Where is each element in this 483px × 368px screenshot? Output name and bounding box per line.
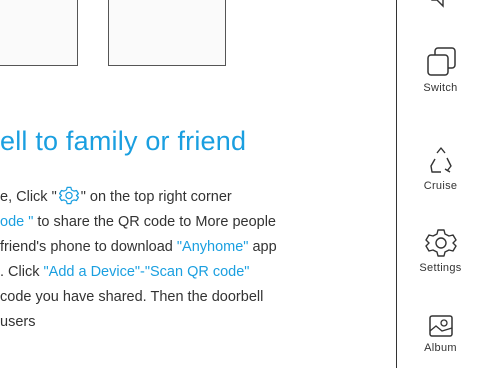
sidebar-item-label: Album (424, 342, 457, 354)
instruction-line: e, Click " " on the top right corner (0, 185, 392, 210)
instruction-text: code you have shared. Then the doorbell (0, 289, 264, 305)
album-icon (397, 314, 483, 338)
highlight-text: "Anyhome" (176, 239, 249, 255)
highlight-text: "Add a Device"-"Scan QR code" (43, 264, 250, 280)
sidebar-panel: Switch Cruise Settings Album (396, 0, 483, 368)
sidebar-item-label: Switch (423, 82, 458, 94)
sidebar-item-album[interactable]: Album (397, 314, 483, 354)
sidebar-item-settings[interactable]: Settings (397, 228, 483, 274)
instruction-line: friend's phone to download "Anyhome" app (0, 235, 392, 260)
switch-icon (397, 46, 483, 78)
instruction-text: app (248, 239, 277, 255)
section-heading: ell to family or friend (0, 126, 247, 156)
sidebar-item-label: Cruise (423, 180, 458, 192)
instruction-text: " on the top right corner (80, 189, 232, 205)
instruction-text: . Click (0, 264, 44, 280)
video-thumbnail-2[interactable] (108, 0, 226, 66)
instruction-line: users (0, 310, 392, 335)
sidebar-item-switch[interactable]: Switch (397, 46, 483, 94)
instruction-line: ode " to share the QR code to More peopl… (0, 210, 392, 235)
video-thumbnail-1[interactable] (0, 0, 78, 66)
instruction-line: . Click "Add a Device"-"Scan QR code" (0, 260, 392, 285)
sidebar-item-label: Settings (419, 262, 462, 274)
instructions-text: e, Click " " on the top right corner ode "… (0, 185, 392, 335)
cruise-icon (397, 146, 483, 176)
instruction-text: friend's phone to download (0, 239, 177, 255)
mute-icon (397, 0, 483, 8)
instruction-text: e, Click " (0, 189, 57, 205)
sidebar-item-mute[interactable] (397, 0, 483, 12)
instruction-text: to share the QR code to More people (33, 214, 276, 230)
instruction-text: users (0, 314, 36, 330)
highlight-text: ode " (0, 214, 34, 230)
settings-icon (397, 228, 483, 258)
instruction-line: code you have shared. Then the doorbell (0, 285, 392, 310)
sidebar-item-cruise[interactable]: Cruise (397, 146, 483, 192)
